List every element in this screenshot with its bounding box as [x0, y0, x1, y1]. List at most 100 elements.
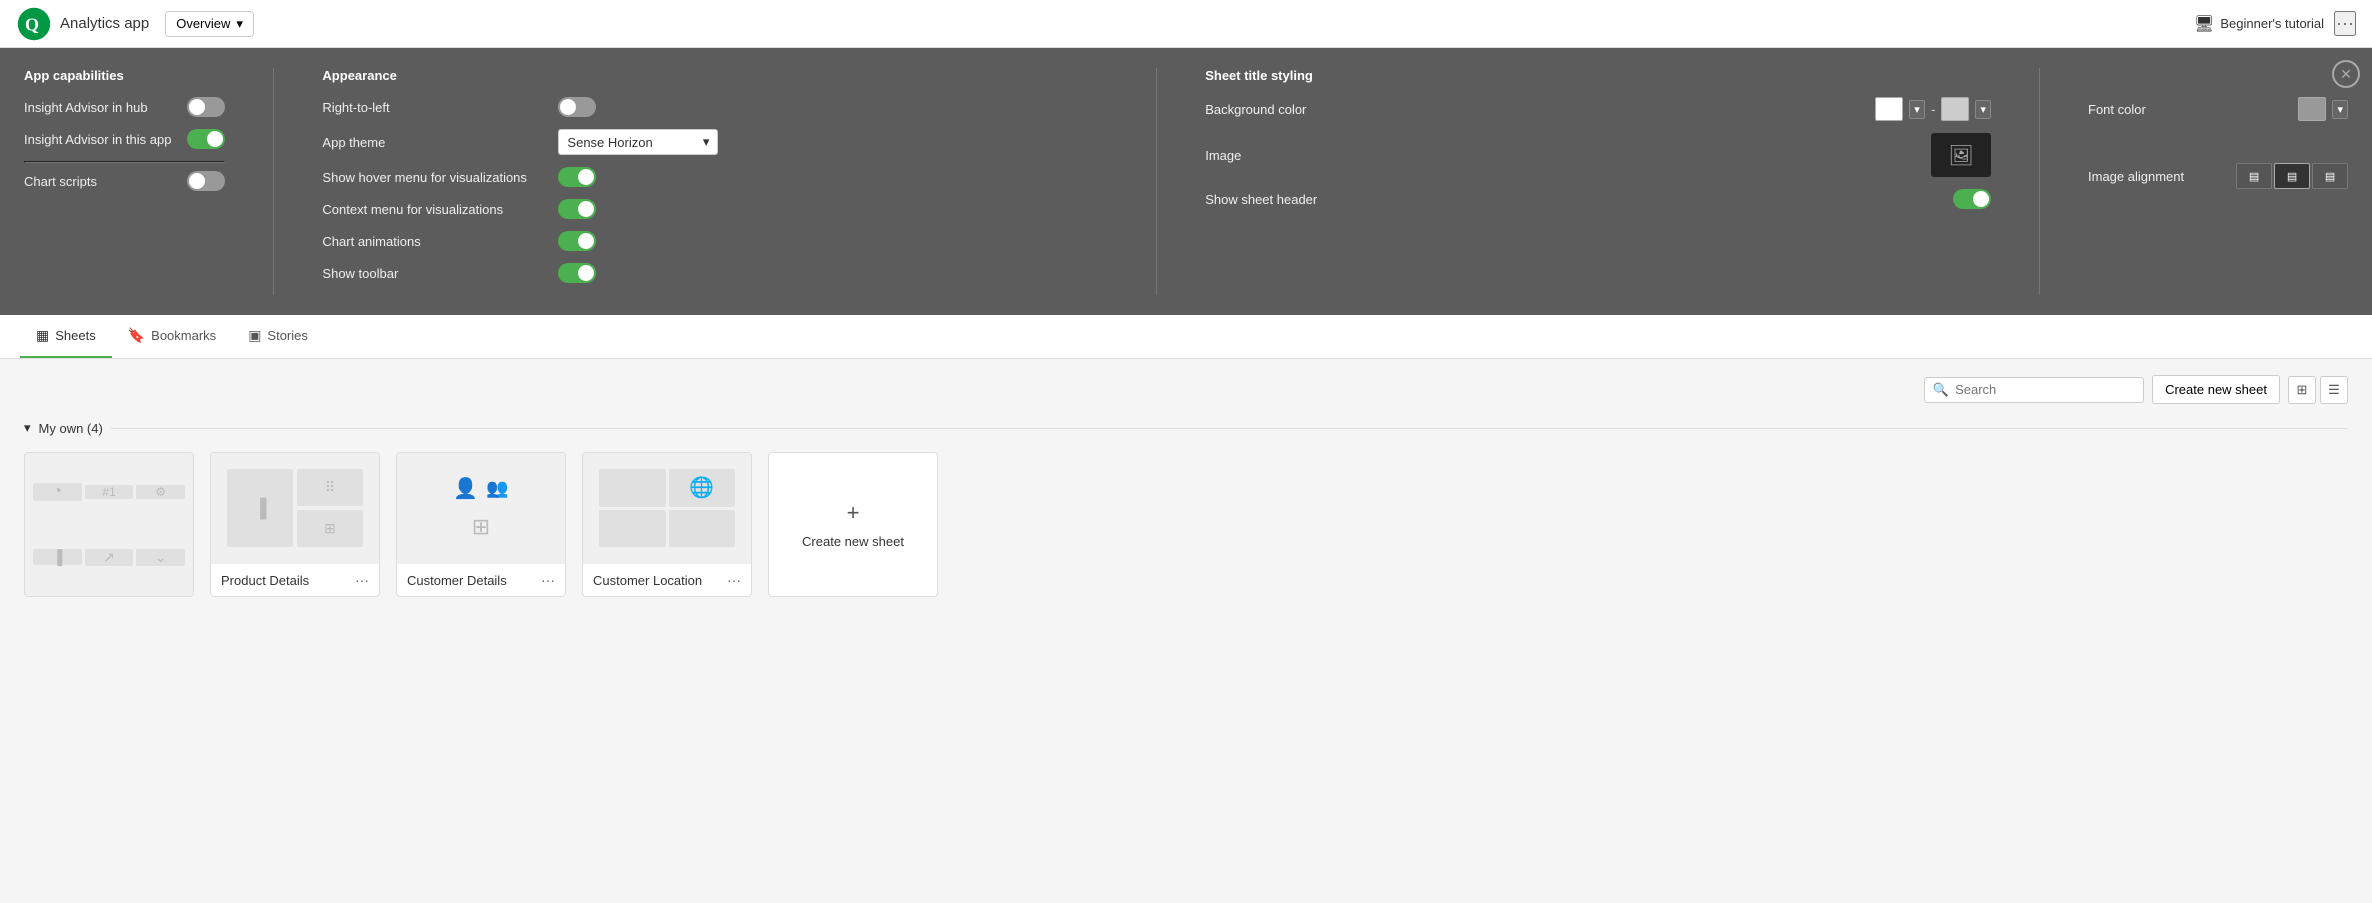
grid-view-button[interactable]: ⊞	[2288, 376, 2316, 404]
show-header-toggle[interactable]	[1953, 189, 1991, 209]
search-box: 🔍	[1924, 377, 2144, 403]
number-icon: #1	[102, 485, 115, 499]
app-theme-row: App theme Sense Horizon ▾	[322, 129, 1108, 155]
hover-menu-toggle[interactable]	[558, 167, 596, 187]
customer-details-thumbnail: 👤 👥 ⊞	[397, 453, 565, 563]
align-left-button[interactable]: ▤	[2236, 163, 2272, 189]
app-theme-select[interactable]: Sense Horizon ▾	[558, 129, 718, 155]
insight-advisor-hub-label: Insight Advisor in hub	[24, 100, 148, 115]
divider-2	[1156, 68, 1157, 295]
content-toolbar: 🔍 Create new sheet ⊞ ☰	[24, 375, 2348, 404]
dash-cell-3: ⚙	[136, 485, 185, 499]
qlik-logo-icon: Q	[16, 6, 52, 42]
insight-advisor-app-toggle[interactable]	[187, 129, 225, 149]
customer-details-thumb-row-2: ⊞	[472, 514, 490, 540]
chart-scripts-toggle[interactable]	[187, 171, 225, 191]
tutorial-button[interactable]: 🖥 Beginner's tutorial	[2194, 14, 2324, 34]
context-menu-label: Context menu for visualizations	[322, 202, 542, 217]
loc-cell-empty-3	[669, 510, 736, 548]
create-new-sheet-card[interactable]: + Create new sheet	[768, 452, 938, 597]
rtl-label: Right-to-left	[322, 100, 542, 115]
close-settings-button[interactable]: ✕	[2332, 60, 2360, 88]
context-menu-toggle[interactable]	[558, 199, 596, 219]
table-icon: ⊞	[324, 520, 336, 537]
tab-bookmarks[interactable]: 🔖 Bookmarks	[112, 315, 232, 358]
overview-button[interactable]: Overview ▾	[165, 11, 254, 37]
font-section: ​ Font color ▾ Image alignment ▤ ▤ ▤	[2088, 68, 2348, 295]
persons-icon: 👤	[453, 476, 478, 501]
bg-color-dropdown-2[interactable]: ▾	[1975, 100, 1991, 119]
sheet-card-product[interactable]: ▐ ⠿ ⊞ Product Details ···	[210, 452, 380, 597]
customer-details-name: Customer Details	[407, 573, 507, 588]
loc-cell-empty-1	[599, 469, 666, 507]
logo: Q Analytics app	[16, 6, 149, 42]
bg-color-picker: ▾ - ▾	[1875, 97, 1991, 121]
dash-cell-2: #1	[85, 485, 134, 499]
product-cell-top-right: ⠿	[297, 469, 363, 506]
image-align-row: Image alignment ▤ ▤ ▤	[2088, 163, 2348, 189]
align-left-icon: ▤	[2249, 170, 2259, 183]
align-right-button[interactable]: ▤	[2312, 163, 2348, 189]
image-icon: 🖼	[1948, 143, 1973, 168]
customer-details-thumb-content: 👤 👥 ⊞	[405, 461, 557, 555]
more-options-button[interactable]: ···	[2334, 11, 2356, 36]
tab-stories[interactable]: ▣ Stories	[232, 315, 324, 358]
app-name-label: Analytics app	[60, 15, 149, 32]
appearance-section: Appearance Right-to-left App theme Sense…	[322, 68, 1108, 295]
bookmarks-tab-label: Bookmarks	[151, 328, 216, 343]
image-align-label: Image alignment	[2088, 169, 2184, 184]
sheet-card-customer-details[interactable]: 👤 👥 ⊞ Customer Details ···	[396, 452, 566, 597]
show-toolbar-toggle[interactable]	[558, 263, 596, 283]
font-color-picker: ▾	[2298, 97, 2348, 121]
loc-cell-globe: 🌐	[669, 469, 736, 507]
product-more-button[interactable]: ···	[355, 572, 369, 588]
bookmarks-tab-icon: 🔖	[128, 327, 145, 344]
bg-color-box-2[interactable]	[1941, 97, 1969, 121]
customer-details-more-button[interactable]: ···	[541, 572, 555, 588]
divider-3	[2039, 68, 2040, 295]
globe-icon: 🌐	[689, 475, 714, 500]
create-new-sheet-button[interactable]: Create new sheet	[2152, 375, 2280, 404]
show-header-label: Show sheet header	[1205, 192, 1317, 207]
search-input[interactable]	[1955, 382, 2135, 397]
bg-color-box-1[interactable]	[1875, 97, 1903, 121]
sheets-tab-icon: ▦	[36, 327, 49, 344]
rtl-toggle[interactable]	[558, 97, 596, 117]
product-thumbnail: ▐ ⠿ ⊞	[211, 453, 379, 563]
image-picker[interactable]: 🖼	[1931, 133, 1991, 177]
show-toolbar-row: Show toolbar	[322, 263, 1108, 283]
hover-menu-label: Show hover menu for visualizations	[322, 170, 542, 185]
tab-sheets[interactable]: ▦ Sheets	[20, 315, 112, 358]
sheet-card-customer-location[interactable]: 🌐 Customer Location ···	[582, 452, 752, 597]
theme-chevron-icon: ▾	[703, 134, 710, 150]
customer-location-footer: Customer Location ···	[583, 563, 751, 596]
insight-advisor-hub-toggle[interactable]	[187, 97, 225, 117]
settings-icon: ⚙	[155, 485, 166, 499]
chart-animations-toggle[interactable]	[558, 231, 596, 251]
font-color-box[interactable]	[2298, 97, 2326, 121]
sheet-card-dashboard[interactable]: ◔ #1 ⚙ ▐ ↗ ⌄ Dashboard	[24, 452, 194, 597]
loc-cell-empty-2	[599, 510, 666, 548]
bg-color-label: Background color	[1205, 102, 1306, 117]
product-cell-bar: ▐	[227, 469, 293, 547]
svg-text:Q: Q	[25, 14, 39, 34]
align-center-button[interactable]: ▤	[2274, 163, 2310, 189]
collapse-icon[interactable]: ▾	[24, 420, 31, 436]
section-divider	[111, 428, 2348, 429]
bg-color-dropdown-1[interactable]: ▾	[1909, 100, 1925, 119]
align-right-icon: ▤	[2325, 170, 2335, 183]
align-buttons: ▤ ▤ ▤	[2236, 163, 2348, 189]
image-row: Image 🖼	[1205, 133, 1991, 177]
header-center: 🖥 Beginner's tutorial ···	[2194, 11, 2356, 36]
chart-scripts-label: Chart scripts	[24, 174, 97, 189]
dashboard-thumbnail: ◔ #1 ⚙ ▐ ↗ ⌄	[25, 453, 193, 596]
align-center-icon: ▤	[2287, 170, 2297, 183]
customer-location-thumb-grid: 🌐	[591, 461, 743, 555]
customer-location-more-button[interactable]: ···	[727, 572, 741, 588]
line-chart-icon: ↗	[103, 549, 115, 566]
list-view-button[interactable]: ☰	[2320, 376, 2348, 404]
dash-cell-5: ↗	[85, 549, 134, 566]
font-color-dropdown[interactable]: ▾	[2332, 100, 2348, 119]
header: Q Analytics app Overview ▾ 🖥 Beginner's …	[0, 0, 2372, 48]
table-icon-2: ⊞	[472, 514, 490, 540]
